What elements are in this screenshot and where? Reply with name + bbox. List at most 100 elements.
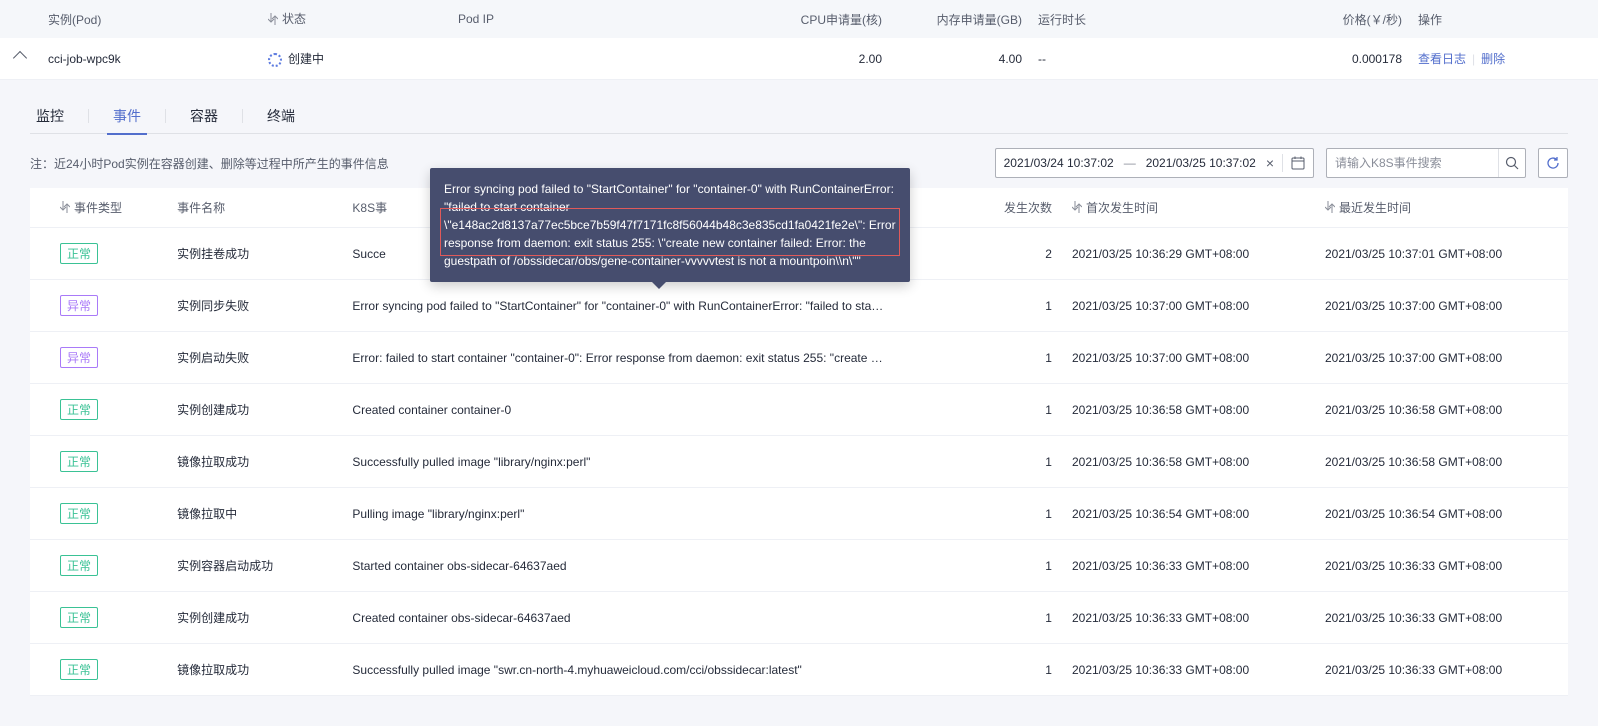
pod-duration: -- bbox=[1030, 52, 1190, 66]
event-count: 1 bbox=[896, 611, 1062, 625]
pod-status: 创建中 bbox=[260, 50, 450, 67]
tab-terminal[interactable]: 终端 bbox=[261, 98, 301, 134]
date-from: 2021/03/24 10:37:02 bbox=[1004, 156, 1114, 170]
event-row: 异常实例同步失败Error syncing pod failed to "Sta… bbox=[30, 280, 1568, 332]
sort-icon bbox=[268, 13, 278, 28]
col-status-header[interactable]: 状态 bbox=[260, 10, 450, 27]
tab-containers[interactable]: 容器 bbox=[184, 98, 224, 134]
event-count: 1 bbox=[896, 299, 1062, 313]
event-first-time: 2021/03/25 10:36:54 GMT+08:00 bbox=[1062, 507, 1315, 521]
event-last-time: 2021/03/25 10:36:33 GMT+08:00 bbox=[1315, 611, 1568, 625]
event-type: 正常 bbox=[30, 555, 167, 576]
pod-row: cci-job-wpc9k 创建中 2.00 4.00 -- 0.000178 … bbox=[0, 38, 1598, 80]
sort-icon bbox=[1072, 201, 1082, 216]
event-first-time: 2021/03/25 10:36:33 GMT+08:00 bbox=[1062, 663, 1315, 677]
event-count: 1 bbox=[896, 559, 1062, 573]
status-badge: 正常 bbox=[60, 503, 98, 524]
event-first-time: 2021/03/25 10:37:00 GMT+08:00 bbox=[1062, 351, 1315, 365]
status-badge: 异常 bbox=[60, 347, 98, 368]
event-search-box bbox=[1326, 148, 1526, 178]
col-mem-header[interactable]: 内存申请量(GB) bbox=[890, 11, 1030, 28]
event-k8s: Created container container-0 bbox=[342, 403, 896, 417]
event-name: 镜像拉取成功 bbox=[167, 661, 342, 678]
event-last-time: 2021/03/25 10:36:33 GMT+08:00 bbox=[1315, 663, 1568, 677]
event-last-time: 2021/03/25 10:37:00 GMT+08:00 bbox=[1315, 299, 1568, 313]
event-first-time: 2021/03/25 10:36:33 GMT+08:00 bbox=[1062, 559, 1315, 573]
ev-col-count[interactable]: 发生次数 bbox=[896, 199, 1062, 216]
col-duration-header[interactable]: 运行时长 bbox=[1030, 11, 1190, 28]
event-k8s: Created container obs-sidecar-64637aed bbox=[342, 611, 896, 625]
ev-col-first[interactable]: 首次发生时间 bbox=[1062, 199, 1315, 216]
event-name: 实例容器启动成功 bbox=[167, 557, 342, 574]
tab-events[interactable]: 事件 bbox=[107, 98, 147, 134]
event-row: 正常镜像拉取成功Successfully pulled image "swr.c… bbox=[30, 644, 1568, 696]
event-type: 异常 bbox=[30, 347, 167, 368]
status-badge: 正常 bbox=[60, 451, 98, 472]
event-first-time: 2021/03/25 10:36:58 GMT+08:00 bbox=[1062, 403, 1315, 417]
event-name: 实例创建成功 bbox=[167, 609, 342, 626]
event-last-time: 2021/03/25 10:37:00 GMT+08:00 bbox=[1315, 351, 1568, 365]
event-count: 1 bbox=[896, 403, 1062, 417]
col-cpu-header[interactable]: CPU申请量(核) bbox=[660, 11, 890, 28]
event-type: 正常 bbox=[30, 451, 167, 472]
status-badge: 正常 bbox=[60, 399, 98, 420]
refresh-icon bbox=[1546, 156, 1560, 170]
pod-table: 实例(Pod) 状态 Pod IP CPU申请量(核) 内存申请量(GB) 运行… bbox=[0, 0, 1598, 726]
expand-toggle[interactable] bbox=[0, 52, 40, 66]
event-name: 实例挂卷成功 bbox=[167, 245, 342, 262]
event-type: 正常 bbox=[30, 399, 167, 420]
search-button[interactable] bbox=[1498, 149, 1525, 177]
detail-tabs: 监控 事件 容器 终端 bbox=[30, 98, 1568, 134]
event-count: 1 bbox=[896, 455, 1062, 469]
event-name: 实例同步失败 bbox=[167, 297, 342, 314]
sort-icon bbox=[1325, 201, 1335, 216]
event-last-time: 2021/03/25 10:36:54 GMT+08:00 bbox=[1315, 507, 1568, 521]
event-name: 实例启动失败 bbox=[167, 349, 342, 366]
col-pod-header[interactable]: 实例(Pod) bbox=[40, 11, 260, 28]
col-ops-header: 操作 bbox=[1410, 11, 1570, 28]
event-type: 正常 bbox=[30, 659, 167, 680]
event-last-time: 2021/03/25 10:36:58 GMT+08:00 bbox=[1315, 403, 1568, 417]
events-note: 注：近24小时Pod实例在容器创建、删除等过程中所产生的事件信息 bbox=[30, 155, 389, 172]
event-first-time: 2021/03/25 10:36:29 GMT+08:00 bbox=[1062, 247, 1315, 261]
pod-table-header: 实例(Pod) 状态 Pod IP CPU申请量(核) 内存申请量(GB) 运行… bbox=[0, 0, 1598, 38]
ev-col-last[interactable]: 最近发生时间 bbox=[1315, 199, 1568, 216]
spinner-icon bbox=[268, 53, 282, 67]
event-k8s: Error syncing pod failed to "StartContai… bbox=[342, 299, 896, 313]
date-range-picker[interactable]: 2021/03/24 10:37:02 — 2021/03/25 10:37:0… bbox=[995, 148, 1314, 178]
refresh-button[interactable] bbox=[1538, 148, 1568, 178]
tab-monitor[interactable]: 监控 bbox=[30, 98, 70, 134]
event-type: 正常 bbox=[30, 607, 167, 628]
status-badge: 正常 bbox=[60, 243, 98, 264]
event-search-input[interactable] bbox=[1327, 156, 1498, 170]
status-badge: 正常 bbox=[60, 607, 98, 628]
k8s-event-tooltip: Error syncing pod failed to "StartContai… bbox=[430, 168, 910, 282]
event-row: 正常镜像拉取成功Successfully pulled image "libra… bbox=[30, 436, 1568, 488]
ev-col-type[interactable]: 事件类型 bbox=[30, 199, 167, 216]
event-k8s: Pulling image "library/nginx:perl" bbox=[342, 507, 896, 521]
event-first-time: 2021/03/25 10:37:00 GMT+08:00 bbox=[1062, 299, 1315, 313]
detail-panel: 监控 事件 容器 终端 注：近24小时Pod实例在容器创建、删除等过程中所产生的… bbox=[0, 80, 1598, 726]
view-logs-link[interactable]: 查看日志 bbox=[1418, 52, 1466, 66]
event-k8s: Error: failed to start container "contai… bbox=[342, 351, 896, 365]
event-name: 镜像拉取中 bbox=[167, 505, 342, 522]
delete-link[interactable]: 删除 bbox=[1481, 52, 1505, 66]
event-name: 实例创建成功 bbox=[167, 401, 342, 418]
event-k8s: Started container obs-sidecar-64637aed bbox=[342, 559, 896, 573]
event-last-time: 2021/03/25 10:36:33 GMT+08:00 bbox=[1315, 559, 1568, 573]
col-ip-header[interactable]: Pod IP bbox=[450, 12, 660, 26]
ev-col-name[interactable]: 事件名称 bbox=[167, 199, 342, 216]
event-type: 正常 bbox=[30, 243, 167, 264]
sort-icon bbox=[60, 201, 70, 216]
event-first-time: 2021/03/25 10:36:33 GMT+08:00 bbox=[1062, 611, 1315, 625]
status-badge: 正常 bbox=[60, 555, 98, 576]
col-price-header[interactable]: 价格(￥/秒) bbox=[1190, 11, 1410, 28]
event-count: 2 bbox=[896, 247, 1062, 261]
calendar-icon[interactable] bbox=[1291, 156, 1305, 170]
pod-ops: 查看日志|删除 bbox=[1410, 50, 1570, 67]
pod-name: cci-job-wpc9k bbox=[40, 52, 260, 66]
event-row: 正常 镜像拉取中Pulling image "library/nginx:perl… bbox=[30, 488, 1568, 540]
event-count: 1 bbox=[896, 507, 1062, 521]
clear-date-icon[interactable]: × bbox=[1266, 155, 1274, 171]
date-to: 2021/03/25 10:37:02 bbox=[1146, 156, 1256, 170]
